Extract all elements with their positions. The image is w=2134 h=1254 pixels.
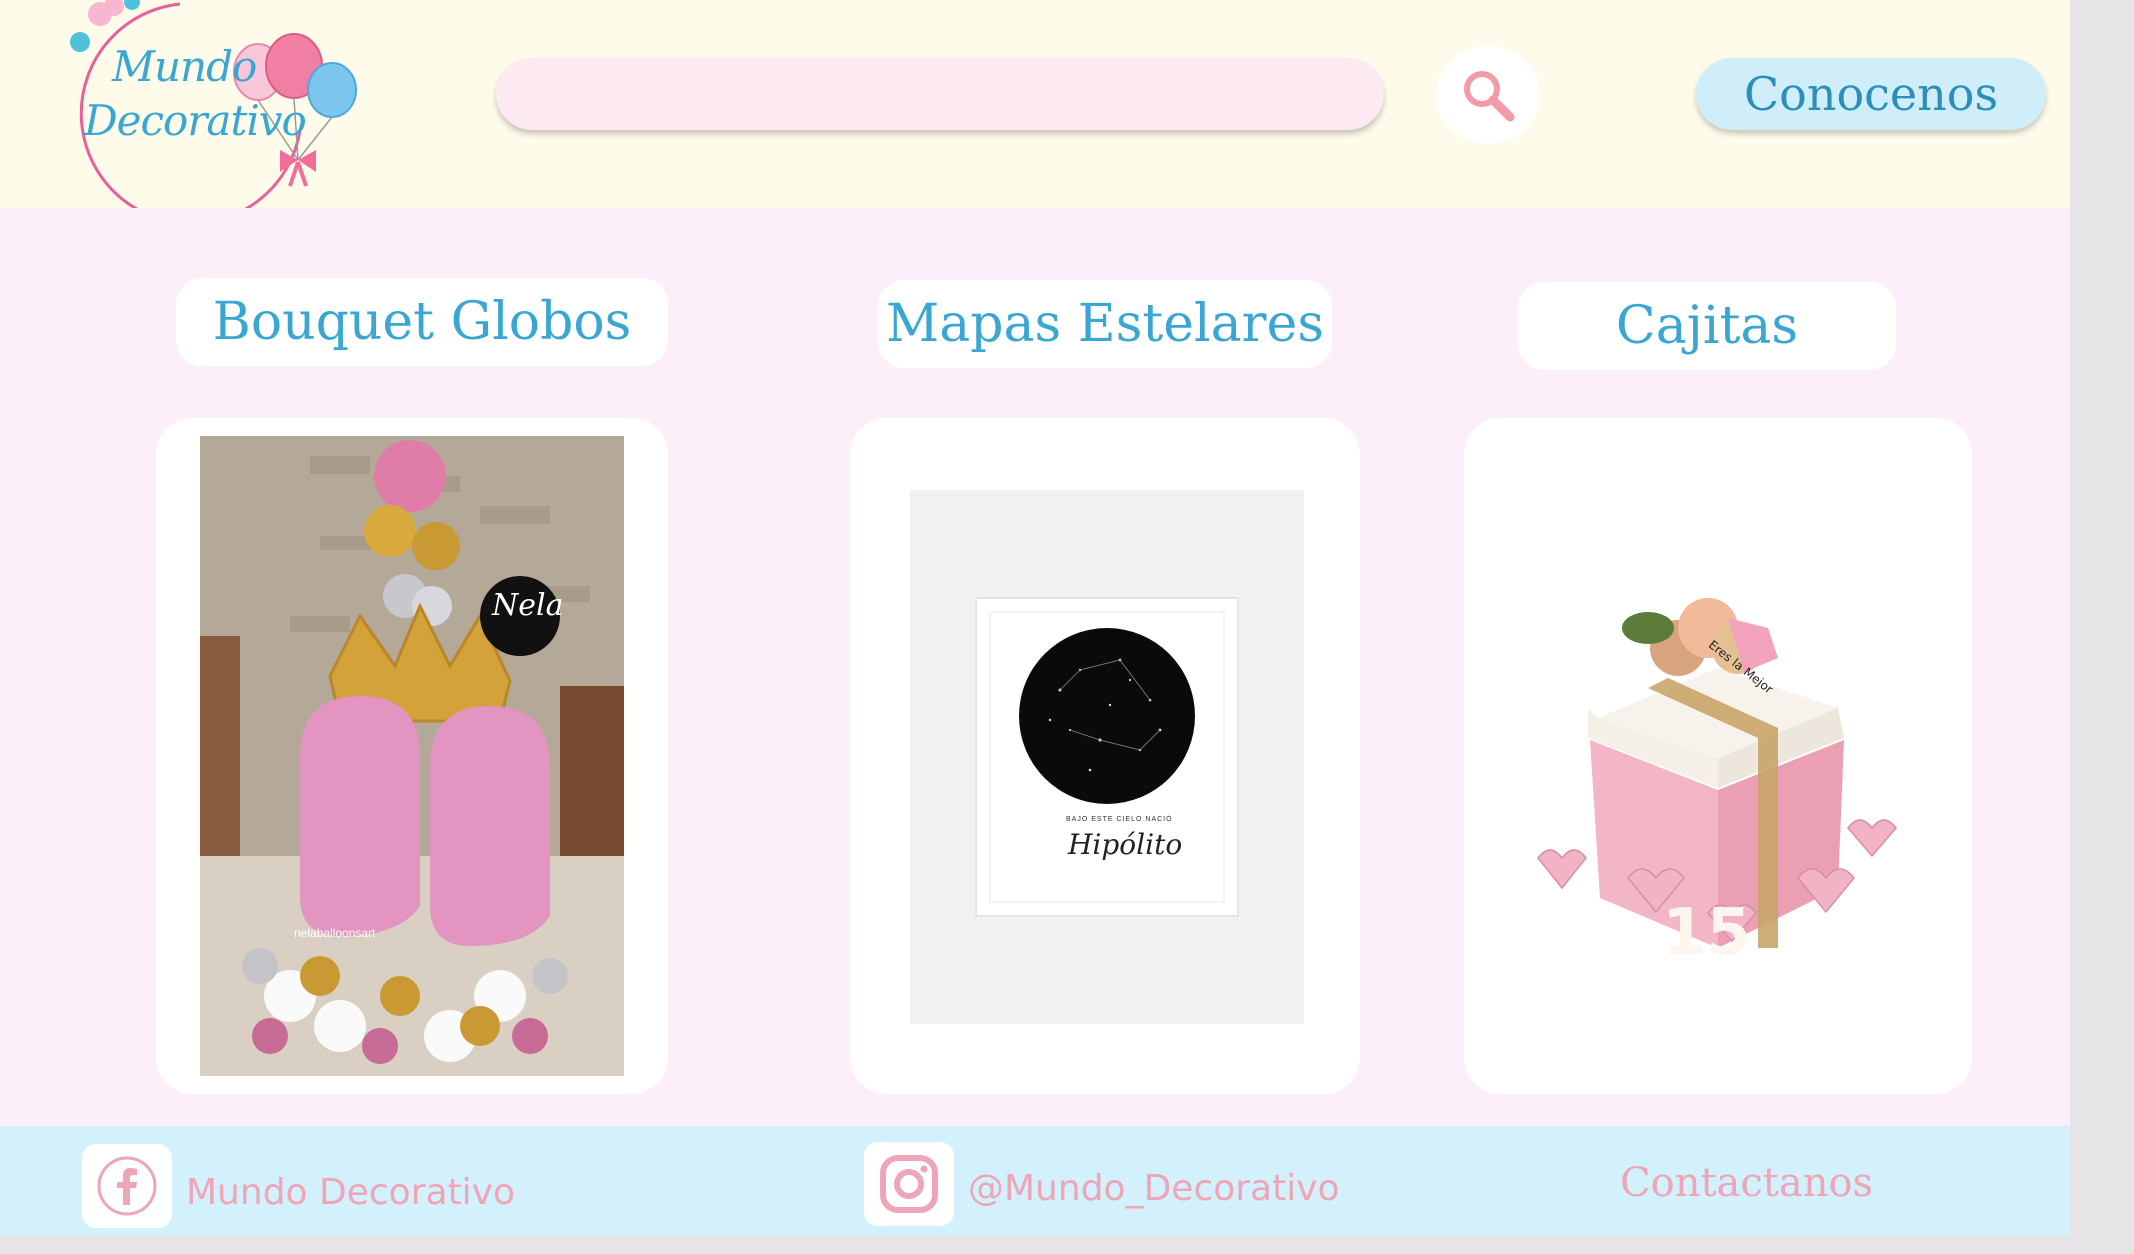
site-logo[interactable]: Mundo Decorativo [40,0,380,208]
about-us-button[interactable]: Conocenos [1696,58,2046,130]
page: Mundo Decorativo Conocenos Bouquet Globo… [0,0,2134,1254]
photo-watermark-logo: Nela [492,588,564,623]
logo-text-line1: Mundo [112,42,257,91]
category-card-star-maps[interactable]: BAJO ESTE CIELO NACIÓ Hipólito [850,418,1360,1094]
star-map-poster [910,490,1304,1024]
site-header: Mundo Decorativo Conocenos [0,0,2070,208]
contact-link[interactable]: Contactanos [1620,1160,1873,1206]
product-categories: Bouquet Globos Nela nelaballoonsart Mapa… [0,208,2070,1126]
site-footer: Mundo Decorativo @Mundo_Decorativo Conta… [0,1126,2070,1236]
category-title-boxes[interactable]: Cajitas [1518,282,1896,370]
search-input[interactable] [496,58,1384,130]
logo-text-line2: Decorativo [84,96,307,145]
category-card-boxes[interactable]: 15 Eres la Mejor [1464,418,1972,1094]
category-card-bouquet[interactable]: Nela nelaballoonsart [156,418,668,1094]
poster-caption: BAJO ESTE CIELO NACIÓ [1066,816,1173,823]
category-title-star-maps[interactable]: Mapas Estelares [878,280,1332,368]
photo-watermark-label: nelaballoonsart [294,926,376,940]
balloon-bouquet-photo [200,436,624,1076]
search-button[interactable] [1436,46,1540,144]
window-edge [2070,0,2134,1254]
instagram-icon [880,1155,938,1213]
facebook-link[interactable]: Mundo Decorativo [186,1172,515,1213]
category-title-bouquet[interactable]: Bouquet Globos [176,278,668,366]
instagram-button[interactable] [864,1142,954,1226]
search-icon [1464,71,1515,122]
instagram-link[interactable]: @Mundo_Decorativo [968,1168,1340,1209]
poster-name: Hipólito [1068,828,1183,861]
facebook-icon [97,1156,157,1216]
box-number: 15 [1662,896,1752,970]
facebook-button[interactable] [82,1144,172,1228]
